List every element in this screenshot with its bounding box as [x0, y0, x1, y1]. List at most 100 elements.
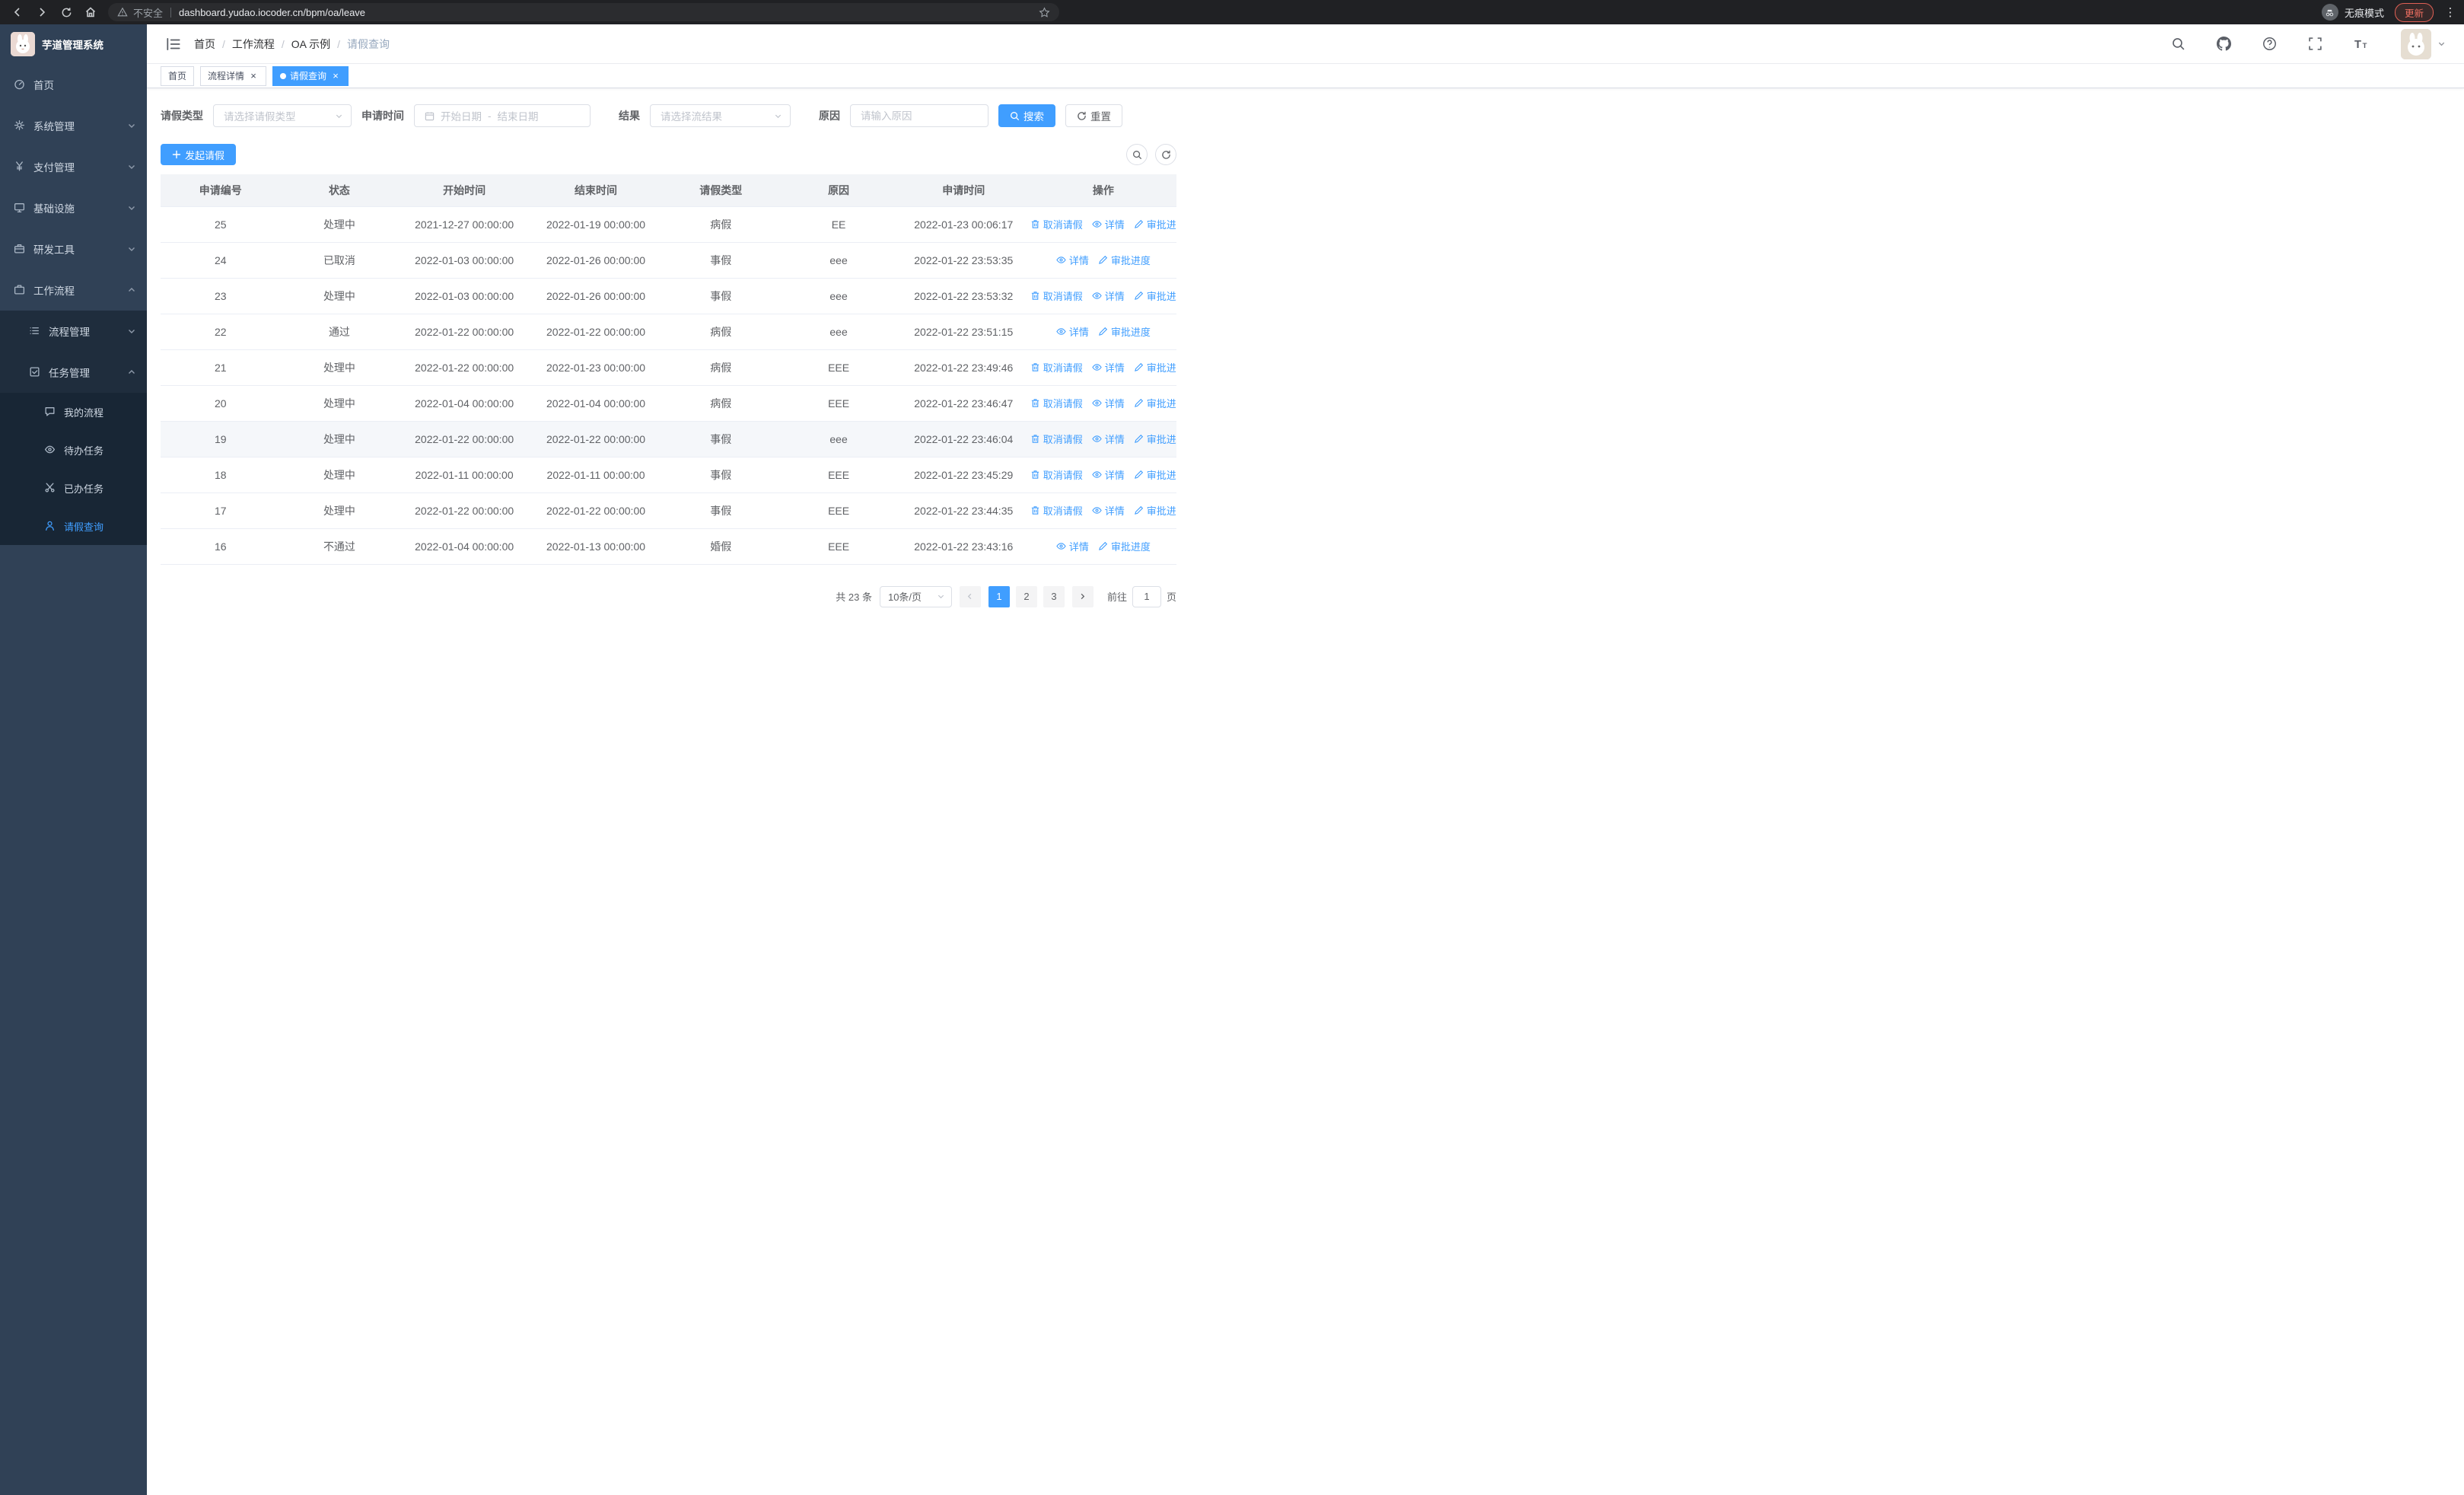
page-size-select[interactable]: 10条/页: [879, 585, 952, 607]
apply-time-label: 申请时间: [361, 110, 404, 122]
workflow-icon: [14, 284, 26, 296]
sidebar-item-my-process[interactable]: 我的流程: [0, 393, 147, 431]
cell-end: 2022-01-11 00:00:00: [530, 457, 662, 493]
active-dot: [280, 72, 287, 79]
breadcrumb-separator: /: [337, 37, 341, 50]
user-menu[interactable]: [2401, 28, 2446, 59]
next-page-button[interactable]: [1071, 585, 1094, 607]
detail-link[interactable]: 详情: [1056, 253, 1089, 267]
close-icon[interactable]: ×: [330, 71, 341, 81]
sidebar-item-leave-query[interactable]: 请假查询: [0, 507, 147, 545]
page-button-2[interactable]: 2: [1015, 585, 1037, 607]
detail-link[interactable]: 详情: [1091, 288, 1125, 303]
leave-type-select[interactable]: 请选择请假类型: [213, 104, 352, 127]
detail-link[interactable]: 详情: [1091, 467, 1125, 482]
detail-link[interactable]: 详情: [1091, 360, 1125, 375]
detail-link[interactable]: 详情: [1056, 539, 1089, 553]
sidebar-item-task-mgmt[interactable]: 任务管理: [0, 352, 147, 393]
goto-page-input[interactable]: [1132, 585, 1161, 607]
cell-actions: 详情 审批进度: [1030, 314, 1176, 350]
sidebar-item-home[interactable]: 首页: [0, 64, 147, 105]
approval-progress-link[interactable]: 审批进度: [1098, 324, 1151, 339]
reason-input[interactable]: [851, 105, 988, 126]
sidebar-item-infrastructure[interactable]: 基础设施: [0, 187, 147, 228]
refresh-button[interactable]: [1155, 144, 1176, 165]
approval-progress-link[interactable]: 审批进度: [1134, 467, 1176, 482]
approval-progress-link[interactable]: 审批进度: [1134, 503, 1176, 518]
cancel-leave-link[interactable]: 取消请假: [1030, 217, 1083, 231]
col-reason: 原因: [780, 174, 897, 207]
cancel-leave-link[interactable]: 取消请假: [1030, 396, 1083, 410]
col-end-time: 结束时间: [530, 174, 662, 207]
sidebar-collapse-icon[interactable]: [165, 36, 182, 53]
breadcrumb-item-home[interactable]: 首页: [194, 37, 215, 52]
sidebar-item-done-task[interactable]: 已办任务: [0, 469, 147, 507]
home-button[interactable]: [81, 2, 100, 22]
cancel-leave-link[interactable]: 取消请假: [1030, 432, 1083, 446]
detail-link[interactable]: 详情: [1056, 324, 1089, 339]
approval-progress-link[interactable]: 审批进度: [1134, 360, 1176, 375]
approval-progress-link[interactable]: 审批进度: [1134, 288, 1176, 303]
bookmark-star-icon[interactable]: [1039, 6, 1050, 18]
sidebar-item-system[interactable]: 系统管理: [0, 105, 147, 146]
cell-reason: eee: [780, 242, 897, 279]
detail-link[interactable]: 详情: [1091, 503, 1125, 518]
cell-actions: 取消请假详情审批进度: [1030, 457, 1176, 493]
detail-link[interactable]: 详情: [1091, 432, 1125, 446]
page-button-1[interactable]: 1: [988, 585, 1010, 607]
approval-progress-link[interactable]: 审批进度: [1134, 432, 1176, 446]
address-bar[interactable]: 不安全 dashboard.yudao.iocoder.cn/bpm/oa/le…: [108, 3, 1059, 21]
fullscreen-icon[interactable]: [2302, 31, 2328, 57]
apply-time-range-picker[interactable]: 开始日期 - 结束日期: [414, 104, 591, 127]
sidebar-item-process-mgmt[interactable]: 流程管理: [0, 311, 147, 352]
update-button[interactable]: 更新: [2394, 2, 2434, 22]
reset-button[interactable]: 重置: [1065, 104, 1122, 127]
cancel-leave-link[interactable]: 取消请假: [1030, 467, 1083, 482]
approval-progress-link[interactable]: 审批进度: [1134, 396, 1176, 410]
tab-home[interactable]: 首页: [161, 65, 195, 86]
cell-type: 事假: [661, 278, 781, 314]
forward-button[interactable]: [32, 2, 52, 22]
detail-link[interactable]: 详情: [1091, 396, 1125, 410]
cancel-leave-link[interactable]: 取消请假: [1030, 288, 1083, 303]
sidebar-item-devtools[interactable]: 研发工具: [0, 228, 147, 269]
sidebar-item-payment[interactable]: 支付管理: [0, 146, 147, 187]
approval-progress-link[interactable]: 审批进度: [1098, 253, 1151, 267]
sidebar-item-todo-task[interactable]: 待办任务: [0, 431, 147, 469]
tab-leave-query[interactable]: 请假查询 ×: [272, 65, 349, 86]
reload-button[interactable]: [56, 2, 76, 22]
cell-id: 25: [161, 206, 281, 243]
detail-link[interactable]: 详情: [1091, 217, 1125, 231]
sidebar-item-workflow[interactable]: 工作流程: [0, 269, 147, 311]
col-apply-id: 申请编号: [161, 174, 281, 207]
avatar[interactable]: [2401, 28, 2431, 59]
breadcrumb-item-oa[interactable]: OA 示例: [291, 37, 330, 52]
close-icon[interactable]: ×: [248, 71, 259, 81]
create-leave-button[interactable]: 发起请假: [161, 144, 237, 165]
search-icon[interactable]: [2165, 31, 2191, 57]
chevron-up-icon: [127, 368, 136, 377]
table-row: 17 处理中 2022-01-22 00:00:00 2022-01-22 00:00…: [161, 492, 1176, 529]
tags-bar: 首页 流程详情 × 请假查询 ×: [147, 64, 2464, 88]
prev-page-button[interactable]: [959, 585, 981, 607]
search-button[interactable]: 搜索: [998, 104, 1055, 127]
approval-progress-link[interactable]: 审批进度: [1134, 217, 1176, 231]
page-button-3[interactable]: 3: [1043, 585, 1065, 607]
browser-menu-icon[interactable]: ⋮: [2444, 5, 2456, 19]
result-select[interactable]: 请选择流结果: [650, 104, 791, 127]
back-button[interactable]: [8, 2, 27, 22]
toggle-search-button[interactable]: [1126, 144, 1148, 165]
breadcrumb-item-workflow[interactable]: 工作流程: [232, 37, 275, 52]
font-size-icon[interactable]: TT: [2348, 31, 2373, 57]
cell-applied: 2022-01-22 23:53:35: [896, 242, 1030, 279]
cancel-leave-link[interactable]: 取消请假: [1030, 503, 1083, 518]
cancel-leave-link[interactable]: 取消请假: [1030, 360, 1083, 375]
approval-progress-link[interactable]: 审批进度: [1098, 539, 1151, 553]
cell-type: 病假: [661, 206, 781, 243]
cell-end: 2022-01-23 00:00:00: [530, 349, 662, 386]
incognito-label: 无痕模式: [2344, 7, 2384, 19]
tab-process-detail[interactable]: 流程详情 ×: [200, 65, 267, 86]
help-icon[interactable]: [2256, 31, 2282, 57]
logo-avatar: [11, 32, 35, 56]
github-icon[interactable]: [2211, 31, 2236, 57]
